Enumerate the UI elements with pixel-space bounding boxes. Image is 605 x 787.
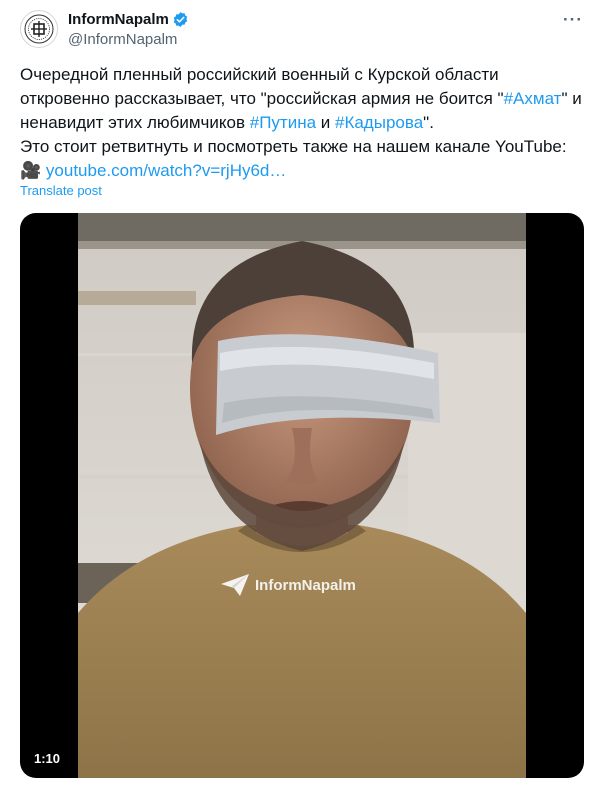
tweet-line-4: Это стоит ретвитнуть и посмотреть также …	[20, 137, 567, 156]
tweet-text-segment: ".	[423, 113, 434, 132]
video-duration-badge: 1:10	[28, 749, 67, 768]
informnapalm-logo-icon	[24, 14, 54, 44]
tweet-line-5: 🎥 youtube.com/watch?v=rjHy6d…	[20, 159, 590, 183]
hashtag-putina[interactable]: #Путина	[250, 113, 316, 132]
paper-plane-icon	[221, 574, 249, 596]
tweet-text: Очередной пленный российский военный с К…	[20, 63, 590, 183]
author-avatar[interactable]	[20, 10, 58, 48]
more-options-icon[interactable]: ···	[563, 10, 583, 30]
author-display-name[interactable]: InformNapalm	[68, 11, 169, 28]
author-names: InformNapalm @InformNapalm	[68, 10, 189, 48]
tweet-header: InformNapalm @InformNapalm ···	[20, 8, 587, 48]
tweet-line-3: ненавидит этих любимчиков #Путина и #Кад…	[20, 111, 590, 135]
hashtag-akhmat[interactable]: #Ахмат	[504, 89, 562, 108]
watermark-text: InformNapalm	[255, 576, 356, 594]
tweet-text-segment: и	[316, 113, 335, 132]
video-player[interactable]: InformNapalm 1:10	[20, 213, 584, 778]
tweet-line-2: откровенно рассказывает, что "российская…	[20, 87, 590, 111]
hashtag-kadyrova[interactable]: #Кадырова	[335, 113, 423, 132]
video-watermark: InformNapalm	[220, 573, 356, 597]
video-frame	[78, 213, 526, 778]
tweet-text-segment: ненавидит этих любимчиков	[20, 113, 250, 132]
tweet-text-segment: " и	[561, 89, 582, 108]
movie-camera-icon: 🎥	[20, 161, 42, 180]
translate-post-link[interactable]: Translate post	[20, 183, 102, 198]
verified-badge-icon	[172, 11, 189, 28]
youtube-link[interactable]: youtube.com/watch?v=rjHy6d…	[46, 161, 286, 180]
tweet-line-1: Очередной пленный российский военный с К…	[20, 65, 499, 84]
author-handle[interactable]: @InformNapalm	[68, 31, 189, 48]
tweet-text-segment: откровенно рассказывает, что "российская…	[20, 89, 504, 108]
video-thumbnail	[78, 213, 526, 778]
